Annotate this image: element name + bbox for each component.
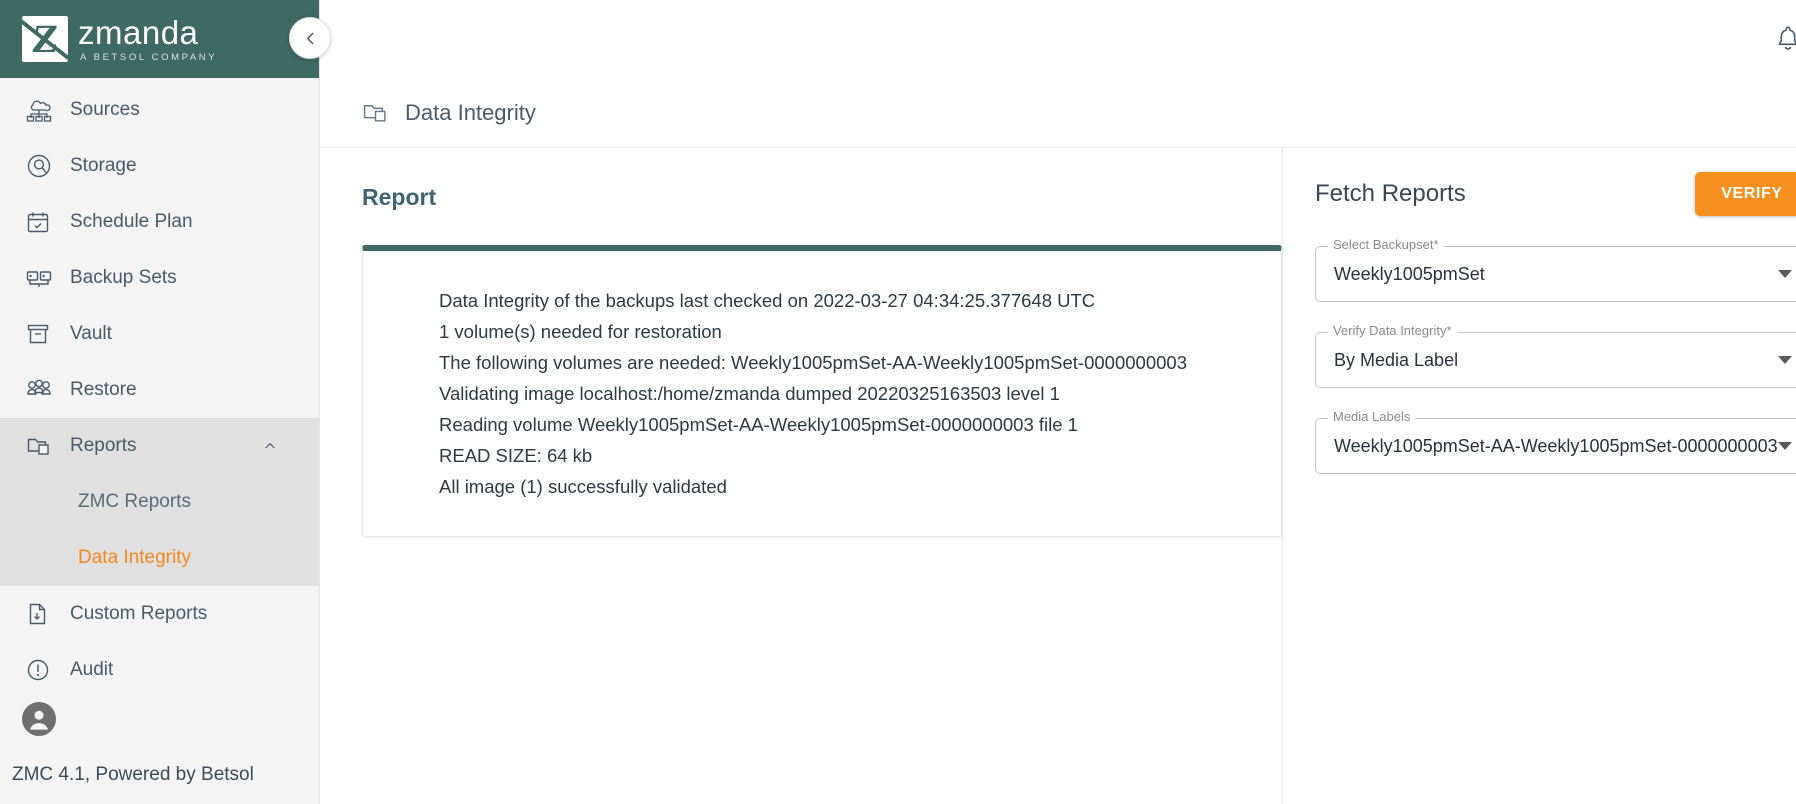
chevron-down-icon [1777, 442, 1792, 450]
select-backupset-value: Weekly1005pmSet [1334, 263, 1485, 284]
report-line: Reading volume Weekly1005pmSet-AA-Weekly… [439, 414, 1078, 435]
sidebar-item-label: Schedule Plan [70, 211, 193, 232]
content-area: Report Data Integrity of the backups las… [320, 148, 1796, 804]
sidebar-item-vault[interactable]: Vault [0, 306, 319, 362]
report-heading: Report [362, 184, 437, 210]
sidebar-item-data-integrity[interactable]: Data Integrity [0, 530, 319, 586]
sidebar-item-sources[interactable]: Sources [0, 82, 319, 138]
media-labels-value: Weekly1005pmSet-AA-Weekly1005pmSet-00000… [1334, 435, 1778, 456]
brand-name: zmanda [78, 13, 199, 51]
sidebar-item-label: Storage [70, 155, 137, 176]
select-backupset-field[interactable]: Select Backupset* Weekly1005pmSet [1315, 237, 1796, 302]
main-area: Data Integrity Report Data Integrity of … [320, 0, 1796, 804]
vault-icon [26, 322, 60, 346]
app-root: Z zmanda A BETSOL COMPANY Sources Storag… [0, 0, 1796, 804]
report-card: Data Integrity of the backups last check… [362, 245, 1282, 537]
audit-icon [26, 658, 60, 682]
report-line: All image (1) successfully validated [439, 476, 727, 497]
brand-header: Z zmanda A BETSOL COMPANY [0, 0, 319, 78]
media-labels-label: Media Labels [1328, 409, 1416, 424]
sidebar-item-label: Restore [70, 379, 137, 400]
sources-icon [26, 98, 60, 122]
sidebar-item-label: Sources [70, 99, 140, 120]
sidebar-item-label: Custom Reports [70, 603, 208, 624]
sidebar-item-schedule-plan[interactable]: Schedule Plan [0, 194, 319, 250]
chevron-down-icon [1777, 356, 1792, 364]
sidebar: Z zmanda A BETSOL COMPANY Sources Storag… [0, 0, 331, 804]
verify-data-integrity-field[interactable]: Verify Data Integrity* By Media Label [1315, 323, 1796, 388]
fetch-reports-panel: Fetch Reports VERIFY Select Backupset* W… [1283, 148, 1796, 804]
select-backupset-label: Select Backupset* [1328, 237, 1444, 252]
report-line: The following volumes are needed: Weekly… [439, 352, 1187, 373]
reports-folder-icon [26, 434, 60, 458]
sidebar-item-restore[interactable]: Restore [0, 362, 319, 418]
sidebar-item-label: Audit [70, 659, 114, 680]
fetch-reports-header: Fetch Reports VERIFY [1301, 172, 1796, 216]
media-labels-dropdown[interactable]: Weekly1005pmSet-AA-Weekly1005pmSet-00000… [1315, 418, 1796, 474]
top-bar [320, 0, 1796, 78]
chevron-down-icon [1777, 270, 1792, 278]
sidebar-item-zmc-reports[interactable]: ZMC Reports [0, 474, 319, 530]
sidebar-footer: ZMC 4.1, Powered by Betsol [0, 702, 320, 804]
fetch-reports-title: Fetch Reports [1315, 180, 1466, 207]
page-header: Data Integrity [320, 78, 1796, 148]
verify-button[interactable]: VERIFY [1695, 172, 1796, 216]
storage-icon [26, 153, 60, 179]
zmanda-logo: Z zmanda A BETSOL COMPANY [22, 13, 218, 63]
verify-data-integrity-label: Verify Data Integrity* [1328, 323, 1457, 338]
sidebar-item-custom-reports[interactable]: Custom Reports [0, 586, 319, 642]
sidebar-item-backup-sets[interactable]: Backup Sets [0, 250, 319, 306]
avatar[interactable] [22, 702, 56, 736]
sidebar-item-label: Backup Sets [70, 267, 177, 288]
report-column: Report Data Integrity of the backups las… [320, 148, 1283, 804]
chevron-left-icon [306, 32, 313, 44]
report-line: Data Integrity of the backups last check… [439, 290, 1096, 311]
media-labels-field[interactable]: Media Labels Weekly1005pmSet-AA-Weekly10… [1315, 409, 1796, 474]
restore-icon [26, 379, 60, 401]
verify-data-integrity-value: By Media Label [1334, 349, 1459, 370]
report-line: Validating image localhost:/home/zmanda … [439, 383, 1060, 404]
sidebar-group-reports: Reports ZMC Reports Data Integrity [0, 418, 319, 586]
page-folder-icon [363, 105, 386, 122]
brand-tagline: A BETSOL COMPANY [80, 51, 218, 63]
custom-report-icon [26, 602, 60, 626]
report-line: READ SIZE: 64 kb [439, 445, 593, 466]
sidebar-item-storage[interactable]: Storage [0, 138, 319, 194]
select-backupset-dropdown[interactable]: Weekly1005pmSet [1315, 246, 1796, 302]
calendar-icon [26, 210, 60, 234]
sidebar-collapse-button[interactable] [289, 17, 331, 59]
report-line: 1 volume(s) needed for restoration [439, 321, 722, 342]
sidebar-nav: Sources Storage Schedule Plan Backup Set… [0, 78, 319, 698]
version-label: ZMC 4.1, Powered by Betsol [12, 764, 254, 785]
sidebar-item-reports[interactable]: Reports [0, 418, 319, 474]
avatar-row [0, 702, 320, 736]
page-title: Data Integrity [405, 99, 536, 125]
sidebar-subitem-label: ZMC Reports [78, 491, 191, 512]
sidebar-subitem-label: Data Integrity [78, 547, 191, 568]
logo-mark-icon: Z [22, 16, 68, 62]
notification-bell-icon[interactable] [1775, 24, 1796, 54]
chevron-up-icon [265, 443, 275, 449]
verify-data-integrity-dropdown[interactable]: By Media Label [1315, 332, 1796, 388]
sidebar-item-audit[interactable]: Audit [0, 642, 319, 698]
sidebar-item-label: Reports [70, 435, 137, 456]
user-icon [24, 704, 54, 734]
sidebar-item-label: Vault [70, 323, 112, 344]
backup-sets-icon [26, 267, 60, 289]
